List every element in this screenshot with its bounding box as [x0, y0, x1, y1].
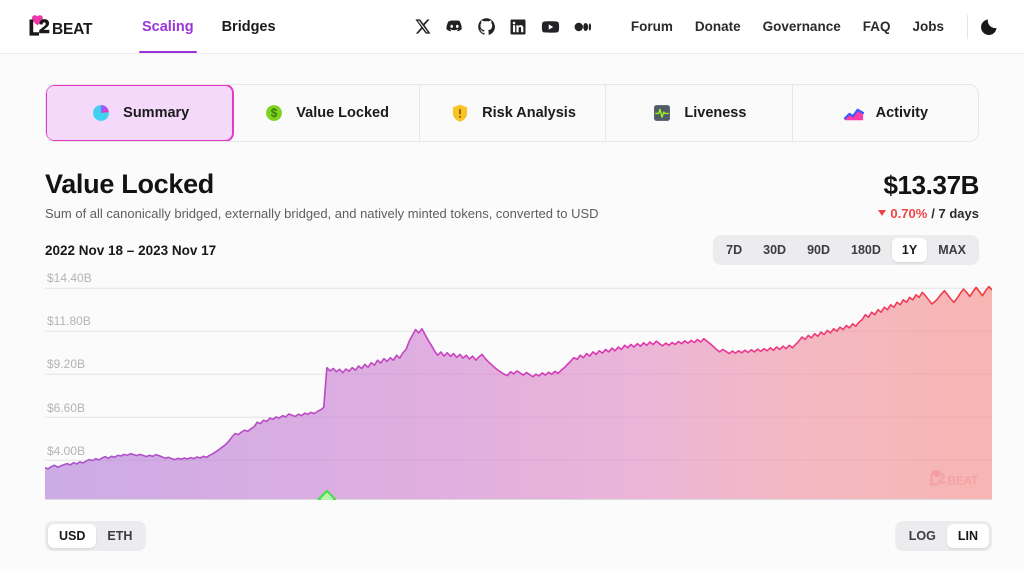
nav-link-governance[interactable]: Governance — [752, 19, 852, 34]
tab-bar: Summary $ Value Locked Risk Analysis Liv… — [45, 84, 979, 142]
tab-activity[interactable]: Activity — [792, 85, 978, 141]
range-option-7d[interactable]: 7D — [716, 238, 752, 262]
range-option-30d[interactable]: 30D — [753, 238, 796, 262]
range-option-1y[interactable]: 1Y — [891, 238, 928, 263]
dollar-circle-icon: $ — [263, 102, 285, 124]
page-subtitle: Sum of all canonically bridged, external… — [45, 206, 599, 222]
pie-chart-icon — [90, 102, 112, 124]
youtube-icon[interactable] — [541, 17, 560, 36]
l2beat-watermark: BEAT — [926, 469, 984, 494]
svg-text:BEAT: BEAT — [947, 474, 979, 488]
currency-option-eth[interactable]: ETH — [96, 524, 143, 548]
scale-toggle: LOG LIN — [894, 521, 992, 551]
github-icon[interactable] — [477, 17, 496, 36]
tab-summary[interactable]: Summary — [46, 85, 235, 141]
nav-item-bridges-label: Bridges — [221, 18, 276, 35]
nav-item-scaling[interactable]: Scaling — [128, 0, 208, 53]
scale-option-log[interactable]: LOG — [898, 524, 947, 548]
moon-icon[interactable] — [976, 14, 1002, 40]
chart-header: Value Locked Sum of all canonically brid… — [0, 142, 1024, 221]
range-option-180d[interactable]: 180D — [841, 238, 891, 262]
range-option-max[interactable]: MAX — [928, 238, 976, 262]
range-row: 2022 Nov 18 – 2023 Nov 17 7D 30D 90D 180… — [0, 221, 1024, 266]
linkedin-icon[interactable] — [509, 17, 528, 36]
social-links — [413, 17, 592, 36]
tab-summary-label: Summary — [123, 105, 190, 121]
nav-item-bridges[interactable]: Bridges — [208, 0, 290, 53]
tab-value-locked[interactable]: $ Value Locked — [233, 85, 420, 141]
svg-text:$: $ — [271, 107, 278, 120]
caret-down-icon — [878, 210, 887, 217]
chart-header-left: Value Locked Sum of all canonically brid… — [45, 169, 599, 221]
tab-risk-analysis-label: Risk Analysis — [482, 105, 576, 121]
nav-link-jobs[interactable]: Jobs — [901, 19, 955, 34]
chart-header-right: $13.37B 0.70% / 7 days — [878, 169, 979, 221]
total-value: $13.37B — [883, 170, 980, 200]
svg-text:BEAT: BEAT — [52, 21, 93, 38]
shield-warning-icon — [449, 102, 471, 124]
discord-icon[interactable] — [445, 17, 464, 36]
tab-liveness-label: Liveness — [684, 105, 747, 121]
value-locked-chart[interactable]: $14.40B $11.80B $9.20B $6.60B $4.00B BEAT — [45, 271, 992, 501]
header-divider — [967, 14, 968, 39]
secondary-navigation: Forum Donate Governance FAQ Jobs — [620, 14, 1002, 40]
currency-option-usd[interactable]: USD — [48, 524, 97, 548]
tab-bar-wrapper: Summary $ Value Locked Risk Analysis Liv… — [0, 54, 1024, 142]
main-navigation: Scaling Bridges — [128, 0, 290, 53]
change-period: / 7 days — [931, 205, 979, 221]
area-chart-icon — [843, 102, 865, 124]
nav-link-donate[interactable]: Donate — [684, 19, 752, 34]
nav-link-forum[interactable]: Forum — [620, 19, 684, 34]
site-header: BEAT Scaling Bridges Forum Donate Govern… — [0, 0, 1024, 54]
l2beat-logo[interactable]: BEAT — [24, 14, 100, 40]
nav-item-scaling-label: Scaling — [142, 18, 194, 35]
date-range-label: 2022 Nov 18 – 2023 Nov 17 — [45, 242, 217, 258]
tab-value-locked-label: Value Locked — [296, 105, 389, 121]
range-option-90d[interactable]: 90D — [797, 238, 840, 262]
tab-risk-analysis[interactable]: Risk Analysis — [419, 85, 607, 141]
tab-liveness[interactable]: Liveness — [606, 85, 793, 141]
value-change: 0.70% / 7 days — [878, 206, 979, 221]
currency-toggle: USD ETH — [45, 521, 147, 551]
range-selector: 7D 30D 90D 180D 1Y MAX — [713, 235, 979, 266]
video-icon[interactable] — [573, 17, 592, 36]
nav-link-faq[interactable]: FAQ — [852, 19, 902, 34]
chart-canvas — [45, 275, 992, 501]
x-twitter-icon[interactable] — [413, 17, 432, 36]
page-title: Value Locked — [45, 169, 214, 199]
tab-activity-label: Activity — [875, 105, 929, 121]
change-percent: 0.70% — [890, 205, 928, 221]
page-root: BEAT Scaling Bridges Forum Donate Govern… — [0, 0, 1024, 569]
heartbeat-icon — [651, 102, 673, 124]
chart-footer: USD ETH LOG LIN — [45, 521, 992, 551]
scale-option-lin[interactable]: LIN — [946, 524, 989, 548]
